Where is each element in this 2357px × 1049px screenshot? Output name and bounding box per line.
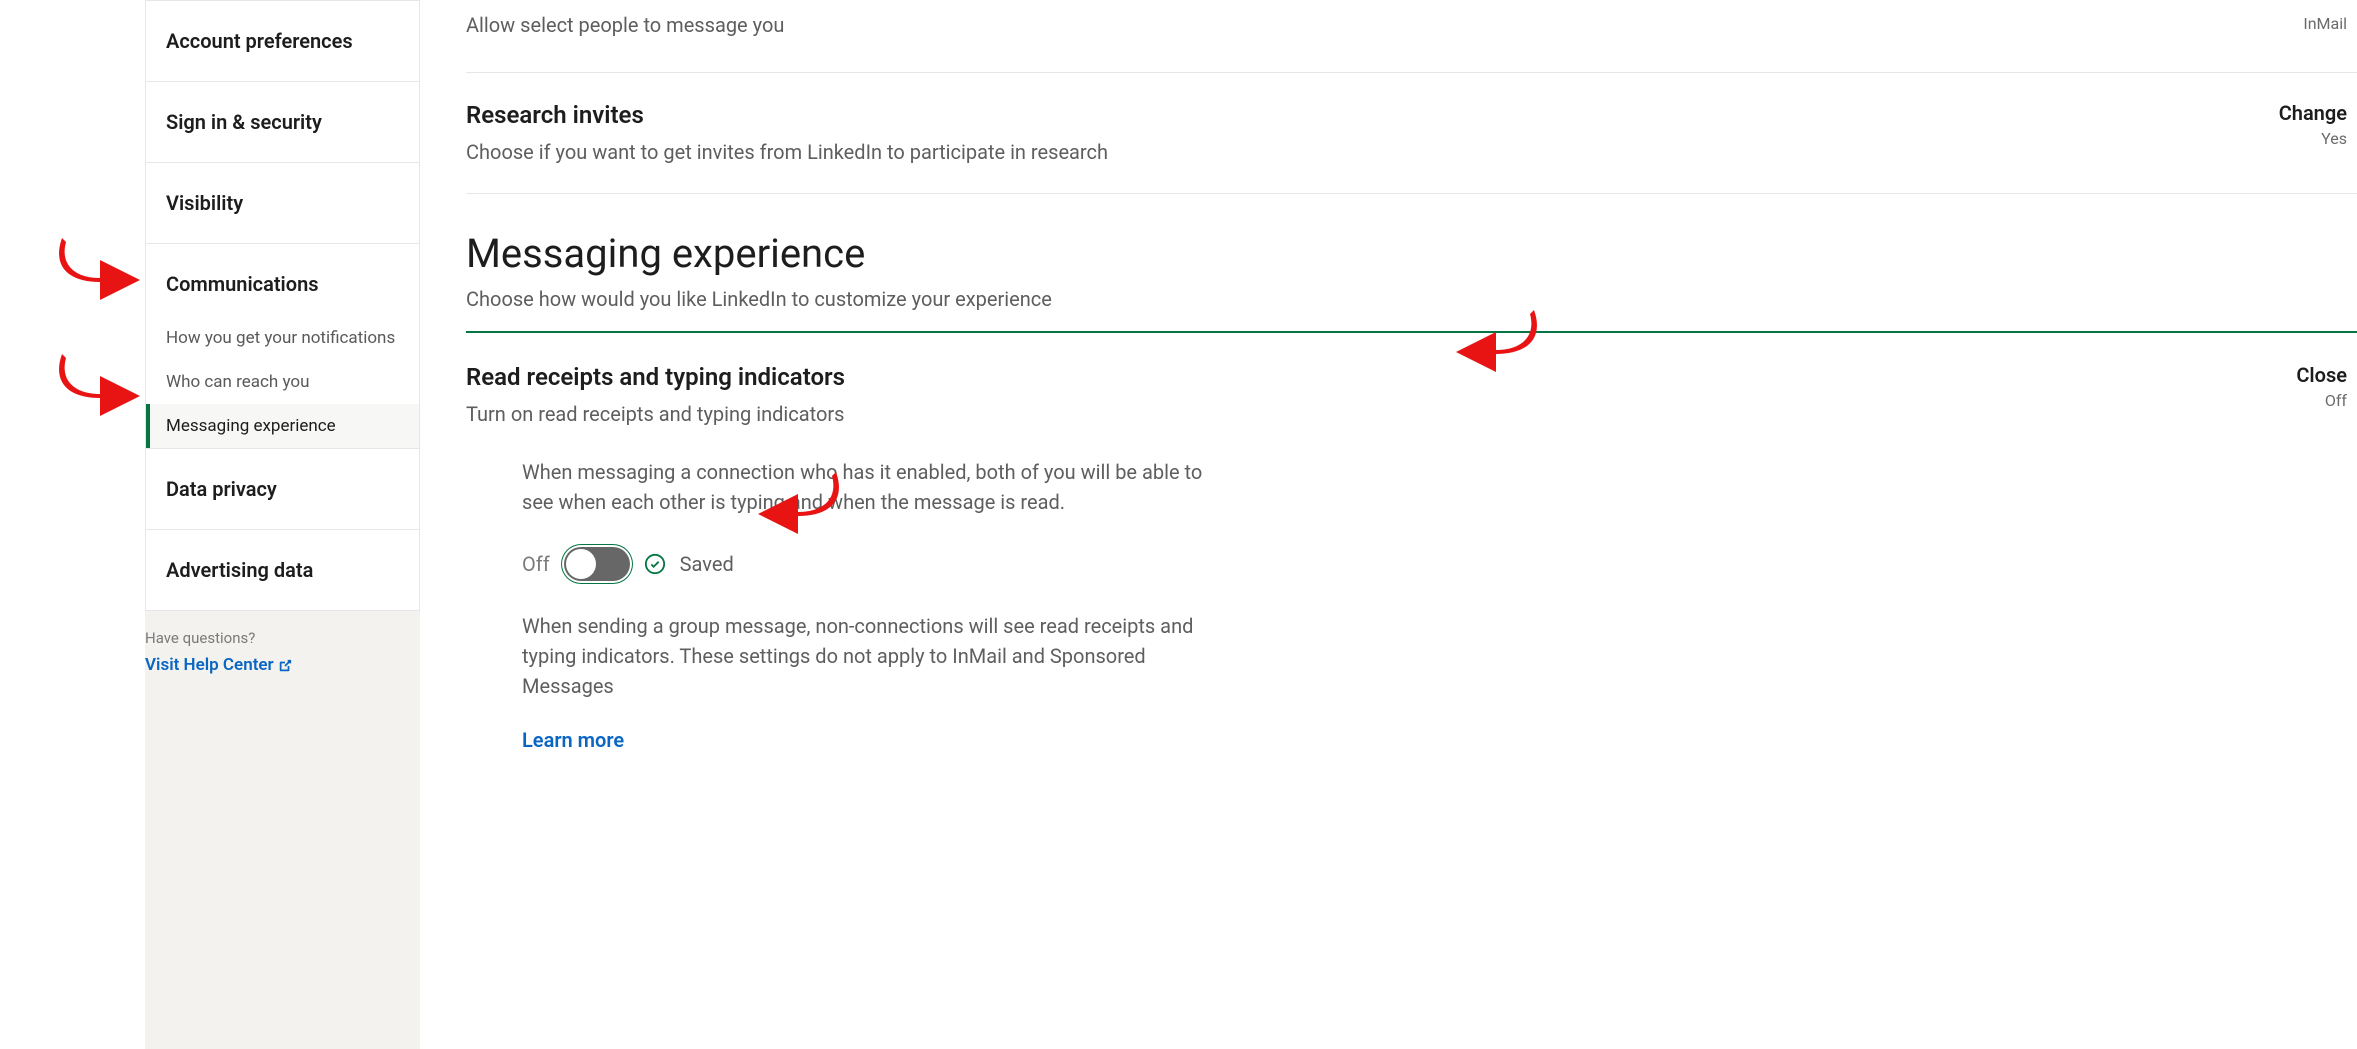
saved-label: Saved: [680, 549, 734, 579]
research-value: Yes: [2279, 129, 2347, 148]
sidebar-subitem-notifications[interactable]: How you get your notifications: [146, 316, 419, 360]
help-question-label: Have questions?: [145, 629, 420, 647]
sidebar-subitem-messaging-experience[interactable]: Messaging experience: [146, 404, 419, 448]
check-circle-icon: [644, 553, 666, 575]
sidebar-item-advertising-data[interactable]: Advertising data: [146, 530, 419, 610]
setting-row-messages[interactable]: Messages Allow select people to message …: [466, 0, 2357, 73]
settings-content: Messages Allow select people to message …: [466, 0, 2357, 815]
research-subtitle: Choose if you want to get invites from L…: [466, 137, 2239, 167]
learn-more-link[interactable]: Learn more: [522, 725, 624, 755]
sidebar-item-data-privacy[interactable]: Data privacy: [146, 449, 419, 530]
help-center-link[interactable]: Visit Help Center: [145, 655, 292, 675]
research-title: Research invites: [466, 101, 2239, 129]
read-receipts-value: Off: [2296, 391, 2347, 410]
research-change-button[interactable]: Change: [2279, 101, 2347, 125]
section-divider: [466, 331, 2357, 333]
sidebar-item-account-preferences[interactable]: Account preferences: [146, 1, 419, 82]
settings-sidebar: Account preferences Sign in & security V…: [145, 0, 420, 1049]
sidebar-item-sign-in-security[interactable]: Sign in & security: [146, 82, 419, 163]
help-center-link-label: Visit Help Center: [145, 655, 274, 675]
setting-row-research-invites[interactable]: Research invites Choose if you want to g…: [466, 101, 2357, 194]
messaging-experience-section: Messaging experience Choose how would yo…: [466, 230, 2357, 333]
external-link-icon: [278, 658, 292, 672]
read-receipts-toggle[interactable]: [564, 547, 630, 581]
read-receipts-description-1: When messaging a connection who has it e…: [522, 457, 1226, 517]
toggle-state-label: Off: [522, 549, 550, 579]
read-receipts-close-button[interactable]: Close: [2296, 363, 2347, 387]
read-receipts-description-2: When sending a group message, non-connec…: [522, 611, 1226, 701]
read-receipts-subtitle: Turn on read receipts and typing indicat…: [466, 399, 2256, 429]
messages-value: InMail: [2303, 14, 2347, 33]
sidebar-item-visibility[interactable]: Visibility: [146, 163, 419, 244]
messaging-experience-heading: Messaging experience: [466, 230, 2357, 277]
sidebar-item-communications[interactable]: Communications: [146, 244, 419, 316]
sidebar-subitem-who-can-reach[interactable]: Who can reach you: [146, 360, 419, 404]
messages-subtitle: Allow select people to message you: [466, 10, 2263, 40]
messaging-experience-sub: Choose how would you like LinkedIn to cu…: [466, 287, 2357, 311]
toggle-knob: [566, 549, 596, 579]
setting-row-read-receipts: Read receipts and typing indicators Turn…: [466, 363, 2357, 755]
read-receipts-title: Read receipts and typing indicators: [466, 363, 2256, 391]
